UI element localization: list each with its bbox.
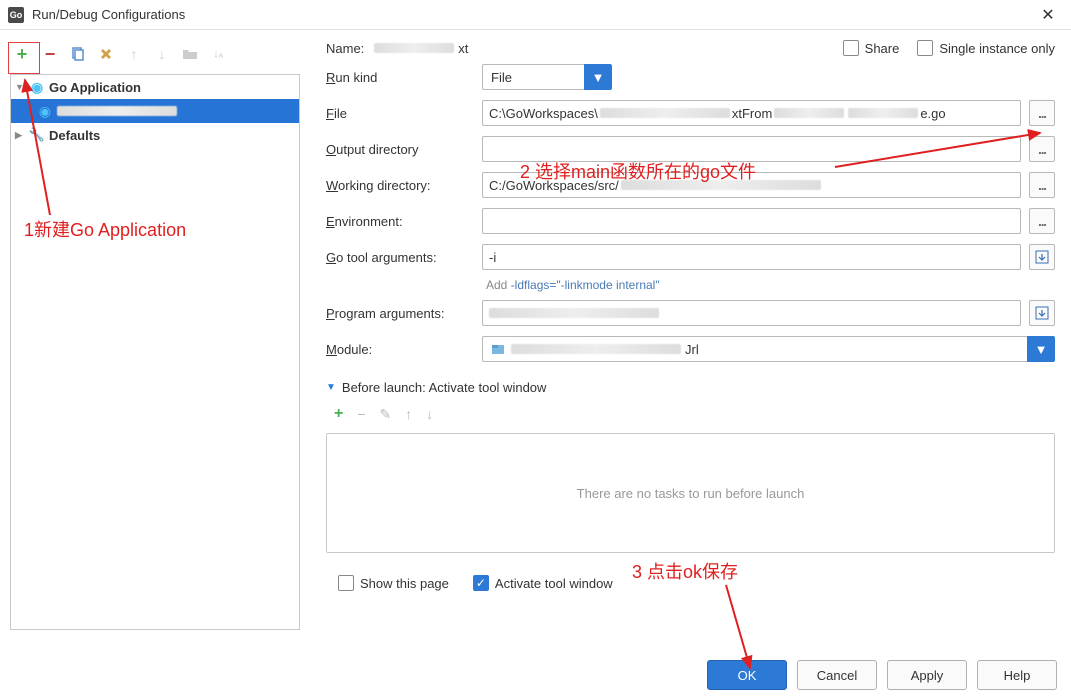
add-task-button[interactable]: +	[334, 405, 343, 423]
remove-task-button: −	[357, 406, 365, 422]
output-label: Output directory	[326, 142, 474, 157]
window-title: Run/Debug Configurations	[32, 7, 1033, 22]
sidebar: + − ↑ ↓ ↓ₐ ▼ ◉ Go Application ◉	[0, 30, 310, 630]
hint-text: Add -ldflags="-linkmode internal"	[326, 278, 1055, 292]
runkind-value: File	[491, 70, 512, 85]
tasks-empty-text: There are no tasks to run before launch	[577, 486, 805, 501]
go-config-icon: ◉	[37, 103, 53, 119]
share-checkbox[interactable]: Share	[843, 40, 900, 56]
dialog-footer: OK Cancel Apply Help	[707, 660, 1057, 690]
name-value: xt	[458, 41, 468, 56]
config-toolbar: + − ↑ ↓ ↓ₐ	[10, 38, 300, 70]
remove-config-button[interactable]: −	[40, 44, 60, 64]
move-down-button: ↓	[152, 44, 172, 64]
gotool-expand-button[interactable]	[1029, 244, 1055, 270]
output-browse-button[interactable]: ...	[1029, 136, 1055, 162]
gotool-input[interactable]: -i	[482, 244, 1021, 270]
single-instance-checkbox[interactable]: Single instance only	[917, 40, 1055, 56]
config-form: NName:ame: xt Share Single instance only…	[310, 30, 1071, 630]
settings-button[interactable]	[96, 44, 116, 64]
add-config-button[interactable]: +	[12, 44, 32, 64]
expand-icon[interactable]: ▶	[15, 130, 25, 141]
task-down-button: ↓	[426, 406, 433, 422]
env-browse-button[interactable]: ...	[1029, 208, 1055, 234]
tasks-list: There are no tasks to run before launch	[326, 433, 1055, 553]
show-page-checkbox[interactable]: Show this page	[338, 575, 449, 591]
before-launch-header[interactable]: ▼ Before launch: Activate tool window	[326, 380, 1055, 395]
move-up-button: ↑	[124, 44, 144, 64]
tree-node-go-application[interactable]: ▼ ◉ Go Application	[11, 75, 299, 99]
progargs-label: Program arguments:	[326, 306, 474, 321]
tree-label: Defaults	[49, 128, 100, 143]
sort-button: ↓ₐ	[208, 44, 228, 64]
progargs-input[interactable]	[482, 300, 1021, 326]
name-label: NName:ame:	[326, 41, 364, 56]
runkind-label: Run kind	[326, 70, 474, 85]
wrench-icon: 🔧	[29, 127, 45, 143]
help-button[interactable]: Help	[977, 660, 1057, 690]
runkind-select[interactable]: File ▼	[482, 64, 612, 90]
edit-task-button: ✎	[380, 406, 392, 423]
app-icon: Go	[8, 7, 24, 23]
tree-label: Go Application	[49, 80, 141, 95]
tasks-toolbar: + − ✎ ↑ ↓	[326, 401, 1055, 427]
dropdown-icon[interactable]: ▼	[584, 64, 612, 90]
env-input[interactable]	[482, 208, 1021, 234]
expand-icon[interactable]: ▼	[15, 82, 25, 92]
titlebar: Go Run/Debug Configurations ✕	[0, 0, 1071, 30]
dropdown-icon[interactable]: ▼	[1027, 336, 1055, 362]
progargs-expand-button[interactable]	[1029, 300, 1055, 326]
collapse-icon[interactable]: ▼	[326, 382, 336, 393]
workdir-browse-button[interactable]: ...	[1029, 172, 1055, 198]
workdir-input[interactable]: C:/GoWorkspaces/src/	[482, 172, 1021, 198]
module-label: Module:	[326, 342, 474, 357]
tree-node-selected-config[interactable]: ◉	[11, 99, 299, 123]
workdir-label: Working directory:	[326, 178, 474, 193]
output-input[interactable]	[482, 136, 1021, 162]
apply-button[interactable]: Apply	[887, 660, 967, 690]
close-icon[interactable]: ✕	[1033, 5, 1063, 25]
task-up-button: ↑	[405, 406, 412, 422]
file-input[interactable]: C:\GoWorkspaces\xtFrome.go	[482, 100, 1021, 126]
copy-config-button[interactable]	[68, 44, 88, 64]
file-browse-button[interactable]: ...	[1029, 100, 1055, 126]
config-tree[interactable]: ▼ ◉ Go Application ◉ ▶ 🔧 Defaults	[10, 74, 300, 630]
go-application-icon: ◉	[29, 79, 45, 95]
activate-tool-checkbox[interactable]: ✓Activate tool window	[473, 575, 613, 591]
name-input[interactable]: xt	[374, 41, 524, 56]
tree-node-defaults[interactable]: ▶ 🔧 Defaults	[11, 123, 299, 147]
ok-button[interactable]: OK	[707, 660, 787, 690]
cancel-button[interactable]: Cancel	[797, 660, 877, 690]
module-select[interactable]: Jrl ▼	[482, 336, 1055, 362]
file-label: File	[326, 106, 474, 121]
folder-button	[180, 44, 200, 64]
env-label: Environment:	[326, 214, 474, 229]
gotool-label: Go tool arguments:	[326, 250, 474, 265]
